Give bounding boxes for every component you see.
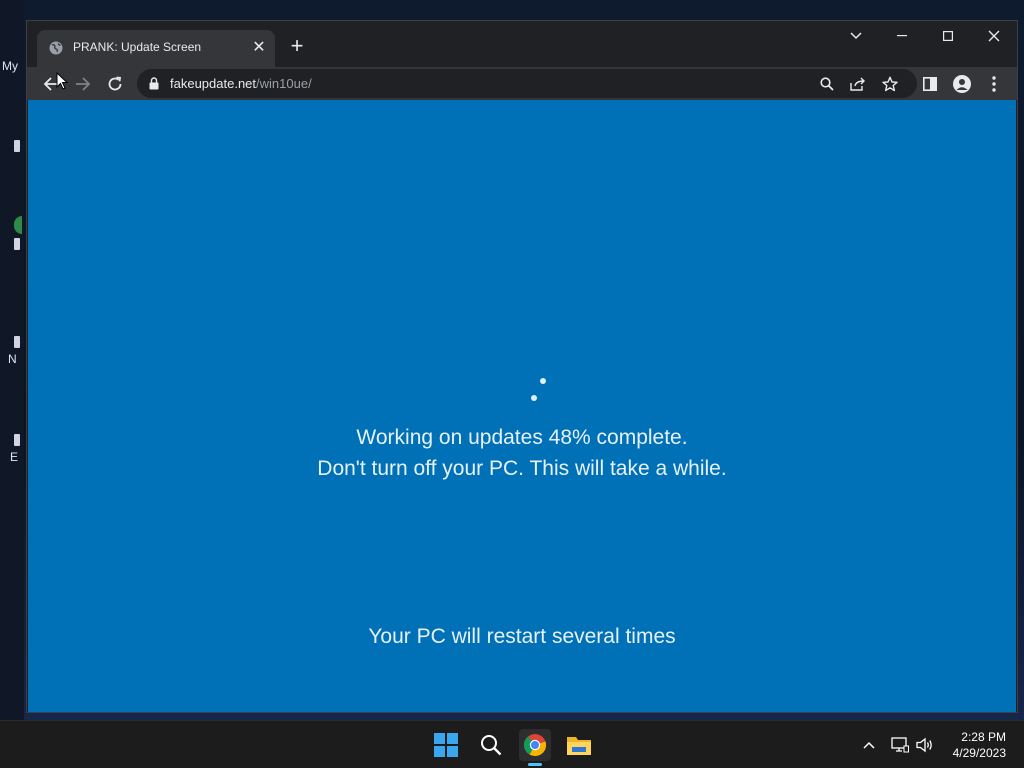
volume-icon <box>916 737 932 753</box>
lock-icon[interactable] <box>149 77 159 90</box>
restart-notice-text: Your PC will restart several times <box>368 625 676 648</box>
clock-date: 4/29/2023 <box>952 746 1006 760</box>
tab-search-button[interactable] <box>833 21 879 51</box>
desktop-icon[interactable] <box>14 216 22 234</box>
windows-start-icon <box>434 733 458 757</box>
desktop-icon-label[interactable]: E <box>10 450 18 464</box>
clock-time: 2:28 PM <box>961 730 1006 744</box>
close-window-button[interactable] <box>971 21 1017 51</box>
start-button[interactable] <box>430 729 462 761</box>
tab-title: PRANK: Update Screen <box>73 40 202 54</box>
taskbar-search-button[interactable] <box>475 729 507 761</box>
update-progress-text: Working on updates 48% complete. <box>356 426 688 449</box>
maximize-button[interactable] <box>925 21 971 51</box>
profile-button[interactable] <box>950 72 974 96</box>
minimize-icon <box>897 35 907 37</box>
more-vertical-icon <box>992 76 996 92</box>
search-icon <box>820 77 834 91</box>
reload-button[interactable] <box>103 72 127 96</box>
url-host: fakeupdate.net <box>170 76 257 91</box>
desktop-icon[interactable] <box>14 238 20 250</box>
url-path: /win10ue/ <box>256 76 312 91</box>
maximize-icon <box>943 31 953 41</box>
close-icon <box>988 30 1000 42</box>
browser-window: PRANK: Update Screen ✕ + fakeupdate.net/… <box>26 20 1018 713</box>
loading-spinner-icon <box>528 378 548 408</box>
new-tab-button[interactable]: + <box>285 35 309 59</box>
desktop-icon-label[interactable]: My <box>2 59 18 73</box>
address-bar[interactable]: fakeupdate.net/win10ue/ <box>137 69 917 98</box>
zoom-search-button[interactable] <box>818 75 836 93</box>
page-viewport: Working on updates 48% complete. Don't t… <box>28 100 1016 712</box>
browser-toolbar: fakeupdate.net/win10ue/ <box>27 67 1017 100</box>
taskbar: 2:28 PM 4/29/2023 <box>0 720 1024 768</box>
desktop-icon-label[interactable]: N <box>8 352 17 366</box>
browser-tab[interactable]: PRANK: Update Screen ✕ <box>37 30 275 67</box>
taskbar-chrome-button[interactable] <box>519 729 551 761</box>
share-button[interactable] <box>849 75 867 93</box>
network-button[interactable] <box>890 735 910 755</box>
bookmark-button[interactable] <box>881 75 899 93</box>
mouse-cursor-icon <box>56 72 68 90</box>
desktop-icons-column: My N E <box>0 0 24 720</box>
arrow-right-icon <box>76 77 91 91</box>
side-panel-icon <box>923 77 937 91</box>
chrome-icon <box>523 734 547 757</box>
desktop-icon[interactable] <box>14 140 20 152</box>
reload-icon <box>108 76 122 91</box>
volume-button[interactable] <box>915 735 935 755</box>
taskbar-file-explorer-button[interactable] <box>563 729 595 761</box>
update-warning-text: Don't turn off your PC. This will take a… <box>317 457 727 480</box>
browser-titlebar[interactable]: PRANK: Update Screen ✕ + <box>27 21 1017 67</box>
active-app-indicator <box>528 763 542 766</box>
url-text[interactable]: fakeupdate.net/win10ue/ <box>170 76 312 91</box>
show-hidden-icons-button[interactable] <box>859 735 879 755</box>
tab-close-icon[interactable]: ✕ <box>249 38 269 58</box>
minimize-button[interactable] <box>879 21 925 51</box>
system-clock[interactable]: 2:28 PM 4/29/2023 <box>953 729 1006 761</box>
chevron-down-icon <box>850 32 862 40</box>
share-icon <box>850 77 865 91</box>
spinner-dot <box>531 395 537 401</box>
side-panel-button[interactable] <box>918 72 942 96</box>
spinner-dot <box>540 378 546 384</box>
desktop-icon[interactable] <box>14 434 20 446</box>
star-icon <box>882 76 898 92</box>
chevron-up-icon <box>863 741 875 749</box>
desktop-icon[interactable] <box>14 336 20 348</box>
profile-icon <box>953 75 971 93</box>
globe-icon <box>49 41 63 55</box>
menu-button[interactable] <box>982 72 1006 96</box>
forward-button[interactable] <box>71 72 95 96</box>
search-icon <box>481 735 502 756</box>
file-explorer-icon <box>567 737 591 755</box>
network-icon <box>891 737 909 753</box>
